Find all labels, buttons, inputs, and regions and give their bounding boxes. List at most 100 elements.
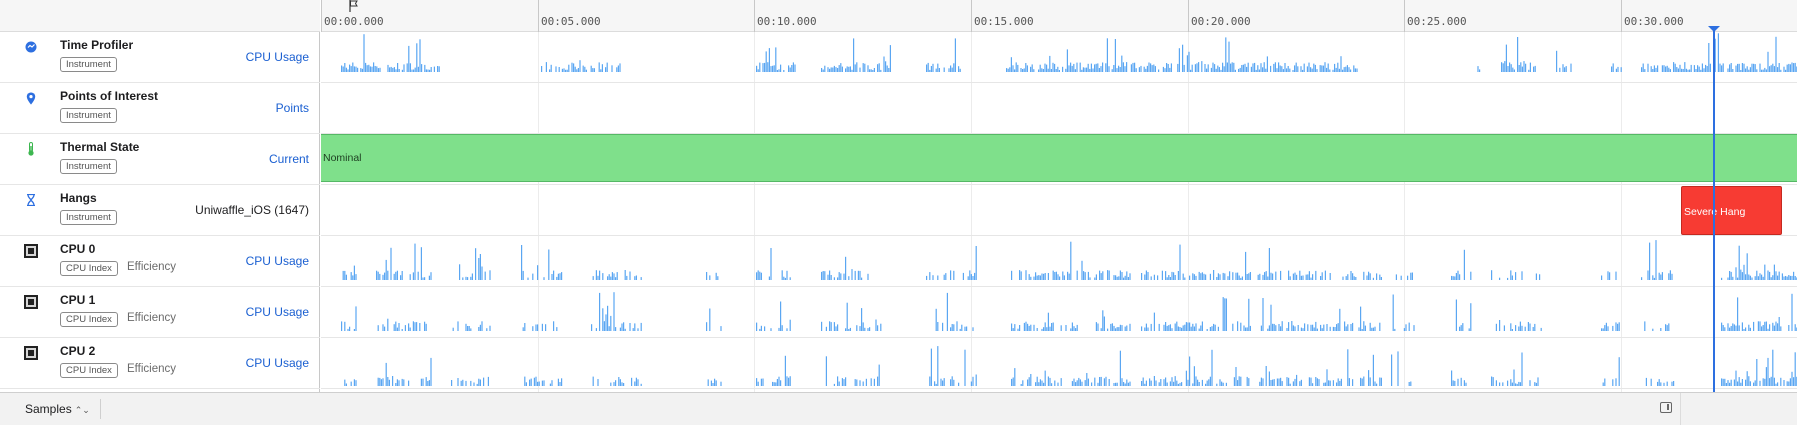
- activity-spike: [1316, 328, 1318, 331]
- activity-spike: [1510, 64, 1512, 72]
- track-metric-selector[interactable]: CPU Usage: [246, 50, 309, 64]
- activity-spike: [1733, 324, 1735, 331]
- track-row-points-of-interest[interactable]: Points of Interest Instrument Points: [0, 83, 320, 134]
- playhead-line[interactable]: [1713, 28, 1715, 392]
- activity-spike: [1020, 68, 1022, 72]
- activity-spike: [1534, 65, 1536, 72]
- activity-spike: [833, 322, 835, 331]
- track-row-time-profiler[interactable]: Time Profiler Instrument CPU Usage: [0, 32, 320, 83]
- activity-spike: [1179, 327, 1181, 331]
- activity-spike: [1255, 69, 1257, 72]
- lane-thermal-state[interactable]: Nominal: [321, 134, 1797, 185]
- activity-spike: [1314, 64, 1316, 72]
- activity-spike: [1165, 322, 1167, 331]
- track-metric-selector[interactable]: CPU Usage: [246, 356, 309, 370]
- activity-spike: [1153, 376, 1155, 386]
- activity-spike: [861, 277, 863, 280]
- activity-spike: [1268, 325, 1270, 331]
- activity-spike: [1163, 324, 1165, 331]
- activity-spike: [773, 382, 775, 386]
- track-row-thermal-state[interactable]: Thermal State Instrument Current: [0, 134, 320, 185]
- activity-spike: [1209, 273, 1211, 280]
- activity-spike: [479, 324, 481, 331]
- activity-spike: [1754, 64, 1756, 72]
- activity-spike: [1762, 325, 1764, 331]
- activity-spike: [1242, 64, 1244, 72]
- activity-spike: [1363, 376, 1365, 386]
- activity-spike: [1524, 326, 1526, 331]
- activity-spike: [1300, 66, 1302, 72]
- track-row-cpu-1[interactable]: CPU 1 CPU Index Efficiency CPU Usage: [0, 287, 320, 338]
- lane-cpu-0[interactable]: [321, 236, 1797, 287]
- activity-spike: [1697, 65, 1699, 72]
- activity-spike: [1288, 270, 1290, 280]
- activity-spike: [856, 62, 858, 72]
- activity-spike: [1074, 69, 1076, 72]
- activity-spike: [411, 69, 413, 72]
- activity-spike: [1041, 328, 1043, 331]
- activity-spike: [478, 258, 480, 280]
- activity-spike: [397, 63, 399, 72]
- lane-hangs[interactable]: Severe Hang: [321, 185, 1797, 236]
- activity-spike: [1081, 69, 1083, 72]
- activity-spike: [384, 326, 386, 331]
- track-metric-selector[interactable]: Points: [276, 101, 309, 115]
- activity-spike: [1519, 321, 1521, 331]
- activity-spike: [602, 273, 604, 280]
- activity-spike: [1070, 328, 1072, 331]
- activity-spike: [1379, 274, 1381, 280]
- activity-spike: [1291, 321, 1293, 331]
- activity-spike: [1397, 351, 1399, 386]
- activity-spike: [843, 273, 845, 280]
- track-row-cpu-0[interactable]: CPU 0 CPU Index Efficiency CPU Usage: [0, 236, 320, 287]
- activity-spike: [1113, 325, 1115, 331]
- activity-spike: [877, 64, 879, 72]
- activity-spike: [1026, 65, 1028, 72]
- activity-spike: [597, 275, 599, 280]
- track-tag: CPU Index: [60, 363, 118, 378]
- activity-spike: [1049, 55, 1051, 72]
- activity-spike: [582, 65, 584, 72]
- track-metric-selector[interactable]: CPU Usage: [246, 305, 309, 319]
- activity-spike: [1043, 382, 1045, 386]
- lane-cpu-1[interactable]: [321, 287, 1797, 338]
- activity-spike: [1038, 69, 1040, 72]
- activity-spike: [416, 322, 418, 331]
- activity-spike: [1209, 327, 1211, 331]
- activity-spike: [1358, 327, 1360, 331]
- thermal-state-band[interactable]: Nominal: [321, 134, 1797, 182]
- activity-spike: [1052, 270, 1054, 280]
- lane-points-of-interest[interactable]: [321, 83, 1797, 134]
- lane-cpu-2[interactable]: [321, 338, 1797, 389]
- activity-spike: [1195, 323, 1197, 331]
- track-row-hangs[interactable]: Hangs Instrument Uniwaffle_iOS (1647): [0, 185, 320, 236]
- detail-view-selector[interactable]: Samples ⌃⌄: [19, 399, 101, 419]
- activity-spike: [1459, 274, 1461, 280]
- activity-spike: [1144, 383, 1146, 386]
- activity-spike: [783, 70, 785, 72]
- severe-hang-interval[interactable]: Severe Hang: [1681, 186, 1782, 235]
- activity-spike: [1240, 376, 1242, 386]
- activity-spike: [1097, 382, 1099, 386]
- sidebar-toggle-icon[interactable]: [1660, 402, 1672, 413]
- activity-spike: [792, 62, 794, 72]
- timeline-area[interactable]: 00:00.000 00:05.000 00:10.000 00:15.000 …: [321, 0, 1797, 392]
- track-metric-selector[interactable]: Current: [269, 152, 309, 166]
- activity-spike: [1020, 384, 1022, 386]
- activity-spike: [1241, 65, 1243, 72]
- activity-spike: [1296, 374, 1298, 386]
- activity-spike: [1618, 357, 1620, 386]
- track-row-cpu-2[interactable]: CPU 2 CPU Index Efficiency CPU Usage: [0, 338, 320, 389]
- activity-spike: [1345, 326, 1347, 331]
- activity-spike: [576, 69, 578, 72]
- activity-spike: [478, 327, 480, 331]
- activity-spike: [342, 66, 344, 72]
- activity-spike: [1129, 273, 1131, 280]
- activity-spike: [1319, 65, 1321, 72]
- time-ruler[interactable]: 00:00.000 00:05.000 00:10.000 00:15.000 …: [321, 0, 1797, 32]
- lane-time-profiler[interactable]: [321, 32, 1797, 83]
- track-metric-selector[interactable]: CPU Usage: [246, 254, 309, 268]
- activity-spike: [1221, 381, 1223, 386]
- activity-spike: [1655, 67, 1657, 72]
- activity-spike: [1452, 380, 1454, 386]
